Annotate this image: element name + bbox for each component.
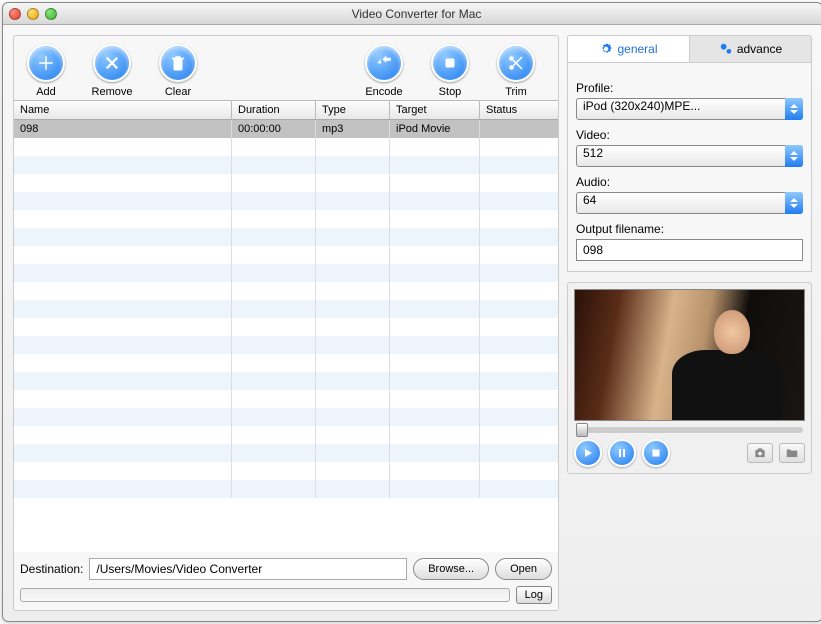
encode-label: Encode	[365, 86, 402, 98]
col-target[interactable]: Target	[390, 101, 480, 119]
camera-icon	[753, 446, 767, 460]
side-panel: general advance Profile: iPod (320x240)M…	[567, 35, 812, 611]
seek-thumb[interactable]	[576, 423, 588, 437]
col-type[interactable]: Type	[316, 101, 390, 119]
zoom-button[interactable]	[45, 8, 57, 20]
audio-label: Audio:	[576, 175, 803, 189]
seek-slider[interactable]	[576, 427, 803, 433]
output-filename-label: Output filename:	[576, 222, 803, 236]
destination-bar: Destination: Browse... Open	[14, 552, 558, 586]
table-row[interactable]: 098 00:00:00 mp3 iPod Movie	[14, 120, 558, 138]
titlebar: Video Converter for Mac	[3, 3, 821, 25]
stop-icon	[650, 447, 662, 459]
video-label: Video:	[576, 128, 803, 142]
tab-advance-label: advance	[737, 42, 782, 56]
tab-general-label: general	[617, 42, 657, 56]
encode-icon	[375, 54, 393, 72]
audio-select[interactable]: 64	[576, 192, 803, 214]
stop-button[interactable]: Stop	[422, 44, 478, 98]
video-preview[interactable]	[574, 289, 805, 421]
folder-icon	[785, 446, 799, 460]
open-button[interactable]: Open	[495, 558, 552, 580]
browse-button[interactable]: Browse...	[413, 558, 489, 580]
toolbar: Add Remove Clear Encode	[14, 36, 558, 100]
preview-panel	[567, 282, 812, 474]
cell-duration: 00:00:00	[232, 120, 316, 138]
trash-icon	[169, 54, 187, 72]
profile-label: Profile:	[576, 81, 803, 95]
cell-target: iPod Movie	[390, 120, 480, 138]
stop-label: Stop	[439, 86, 462, 98]
x-icon	[103, 54, 121, 72]
remove-label: Remove	[92, 86, 133, 98]
destination-label: Destination:	[20, 562, 83, 576]
cell-name: 098	[14, 120, 232, 138]
minimize-button[interactable]	[27, 8, 39, 20]
plus-icon	[37, 54, 55, 72]
clear-button[interactable]: Clear	[150, 44, 206, 98]
close-button[interactable]	[9, 8, 21, 20]
log-bar: Log	[14, 586, 558, 610]
gears-icon	[719, 42, 733, 56]
output-filename-input[interactable]	[576, 239, 803, 261]
scissors-icon	[507, 54, 525, 72]
tab-advance[interactable]: advance	[690, 36, 811, 62]
profile-select[interactable]: iPod (320x240)MPE...	[576, 98, 803, 120]
add-label: Add	[36, 86, 56, 98]
remove-button[interactable]: Remove	[84, 44, 140, 98]
app-window: Video Converter for Mac Add Remove Clear	[2, 2, 821, 622]
settings-panel: general advance Profile: iPod (320x240)M…	[567, 35, 812, 272]
tab-general[interactable]: general	[568, 36, 690, 62]
log-button[interactable]: Log	[516, 586, 552, 604]
col-status[interactable]: Status	[480, 101, 558, 119]
play-button[interactable]	[574, 439, 602, 467]
trim-label: Trim	[505, 86, 527, 98]
trim-button[interactable]: Trim	[488, 44, 544, 98]
stop-icon	[441, 54, 459, 72]
play-icon	[582, 447, 594, 459]
video-select[interactable]: 512	[576, 145, 803, 167]
cell-type: mp3	[316, 120, 390, 138]
table-header: Name Duration Type Target Status	[14, 101, 558, 120]
file-table: Name Duration Type Target Status 098 00:…	[14, 100, 558, 552]
destination-input[interactable]	[89, 558, 407, 580]
folder-button[interactable]	[779, 443, 805, 463]
encode-button[interactable]: Encode	[356, 44, 412, 98]
cell-status	[480, 120, 558, 138]
stop-playback-button[interactable]	[642, 439, 670, 467]
add-button[interactable]: Add	[18, 44, 74, 98]
pause-icon	[616, 447, 628, 459]
progress-track	[20, 588, 510, 602]
window-title: Video Converter for Mac	[57, 7, 776, 21]
main-panel: Add Remove Clear Encode	[13, 35, 559, 611]
pause-button[interactable]	[608, 439, 636, 467]
gear-icon	[599, 42, 613, 56]
col-duration[interactable]: Duration	[232, 101, 316, 119]
clear-label: Clear	[165, 86, 191, 98]
col-name[interactable]: Name	[14, 101, 232, 119]
window-controls	[9, 8, 57, 20]
snapshot-button[interactable]	[747, 443, 773, 463]
